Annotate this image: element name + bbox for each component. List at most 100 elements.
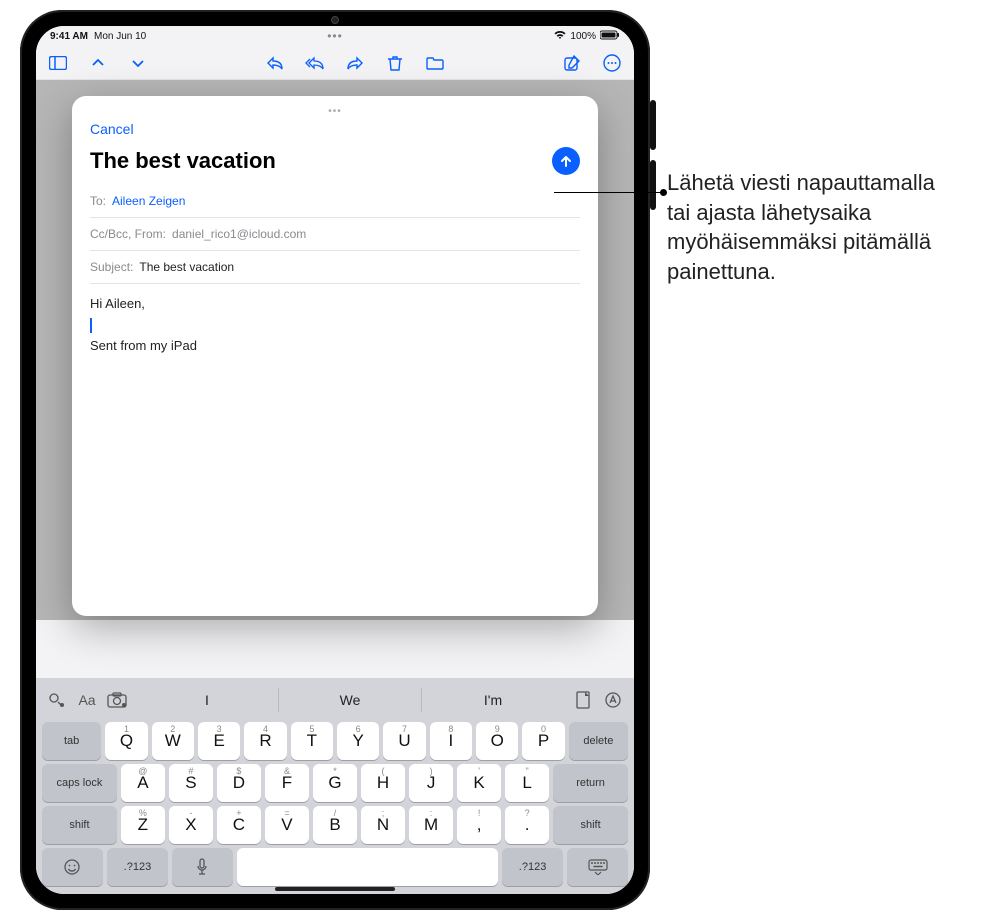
key-c[interactable]: +C [217, 806, 261, 844]
cancel-button[interactable]: Cancel [90, 121, 134, 137]
key-l[interactable]: "L [505, 764, 549, 802]
key-b[interactable]: /B [313, 806, 357, 844]
volume-up-button[interactable] [650, 100, 656, 150]
key-main-label: . [525, 815, 530, 835]
numsym-right-key[interactable]: .?123 [502, 848, 563, 886]
capslock-key[interactable]: caps lock [42, 764, 117, 802]
key-main-label: B [329, 815, 340, 835]
onscreen-keyboard: Aa I We I'm tab 1Q2W3E4R5T6Y7U8I9O0P [36, 678, 634, 894]
shift-left-key[interactable]: shift [42, 806, 117, 844]
key-v[interactable]: =V [265, 806, 309, 844]
key-h[interactable]: (H [361, 764, 405, 802]
key-alt-label: # [188, 766, 193, 776]
text-replace-icon[interactable] [46, 689, 68, 711]
sheet-grabber-icon[interactable]: ••• [328, 106, 342, 117]
sidebar-toggle-icon[interactable] [48, 53, 68, 73]
key-main-label: X [185, 815, 196, 835]
forward-icon[interactable] [345, 53, 365, 73]
volume-down-button[interactable] [650, 160, 656, 210]
ipad-device-frame: 9:41 AM Mon Jun 10 ••• 100% [20, 10, 650, 910]
key-alt-label: - [189, 808, 192, 818]
key-alt-label: ( [382, 766, 385, 776]
callout-leader-dot [660, 189, 667, 196]
emoji-key[interactable] [42, 848, 103, 886]
email-body[interactable]: Hi Aileen, Sent from my iPad [90, 284, 580, 606]
suggestion-1[interactable]: I [136, 688, 278, 712]
key-m[interactable]: :M [409, 806, 453, 844]
key-main-label: K [473, 773, 484, 793]
key-punct[interactable]: !, [457, 806, 501, 844]
callout-leader-line [554, 192, 664, 193]
key-x[interactable]: -X [169, 806, 213, 844]
key-p[interactable]: 0P [522, 722, 564, 760]
suggestion-3[interactable]: I'm [421, 688, 564, 712]
spacebar-key[interactable] [237, 848, 498, 886]
reply-all-icon[interactable] [305, 53, 325, 73]
trash-icon[interactable] [385, 53, 405, 73]
return-key[interactable]: return [553, 764, 628, 802]
key-w[interactable]: 2W [152, 722, 194, 760]
delete-key[interactable]: delete [569, 722, 628, 760]
home-indicator[interactable] [275, 887, 395, 891]
dictation-key[interactable] [172, 848, 233, 886]
key-f[interactable]: &F [265, 764, 309, 802]
markup-icon[interactable] [602, 689, 624, 711]
key-main-label: P [538, 731, 549, 751]
tab-key[interactable]: tab [42, 722, 101, 760]
to-field[interactable]: To: Aileen Zeigen [90, 185, 580, 218]
key-alt-label: = [284, 808, 289, 818]
key-q[interactable]: 1Q [105, 722, 147, 760]
key-main-label: M [424, 815, 438, 835]
multitask-dots-icon[interactable]: ••• [327, 29, 343, 43]
chevron-down-icon[interactable] [128, 53, 148, 73]
compose-icon[interactable] [562, 53, 582, 73]
key-alt-label: & [284, 766, 290, 776]
key-main-label: E [213, 731, 224, 751]
key-a[interactable]: @A [121, 764, 165, 802]
key-t[interactable]: 5T [291, 722, 333, 760]
key-main-label: C [233, 815, 245, 835]
scan-document-icon[interactable] [572, 689, 594, 711]
key-u[interactable]: 7U [383, 722, 425, 760]
battery-icon [600, 30, 620, 43]
key-main-label: Q [120, 731, 133, 751]
key-d[interactable]: $D [217, 764, 261, 802]
suggestion-2[interactable]: We [278, 688, 421, 712]
send-button[interactable] [552, 147, 580, 175]
key-main-label: F [282, 773, 292, 793]
key-s[interactable]: #S [169, 764, 213, 802]
key-i[interactable]: 8I [430, 722, 472, 760]
to-value: Aileen Zeigen [112, 194, 185, 208]
key-z[interactable]: %Z [121, 806, 165, 844]
key-g[interactable]: *G [313, 764, 357, 802]
text-cursor [90, 318, 92, 333]
key-j[interactable]: )J [409, 764, 453, 802]
key-y[interactable]: 6Y [337, 722, 379, 760]
cc-bcc-from-field[interactable]: Cc/Bcc, From: daniel_rico1@icloud.com [90, 218, 580, 251]
key-punct[interactable]: ?. [505, 806, 549, 844]
chevron-up-icon[interactable] [88, 53, 108, 73]
key-e[interactable]: 3E [198, 722, 240, 760]
more-icon[interactable] [602, 53, 622, 73]
status-date: Mon Jun 10 [94, 31, 146, 42]
subject-field[interactable]: Subject: The best vacation [90, 251, 580, 284]
shift-right-key[interactable]: shift [553, 806, 628, 844]
from-value: daniel_rico1@icloud.com [172, 227, 306, 241]
key-alt-label: $ [236, 766, 241, 776]
camera-icon[interactable] [106, 689, 128, 711]
key-r[interactable]: 4R [244, 722, 286, 760]
key-k[interactable]: 'K [457, 764, 501, 802]
key-main-label: G [328, 773, 341, 793]
key-alt-label: 0 [541, 724, 546, 734]
key-n[interactable]: ;N [361, 806, 405, 844]
keyboard-toolbar: Aa I We I'm [40, 682, 630, 718]
reply-icon[interactable] [265, 53, 285, 73]
format-text-icon[interactable]: Aa [76, 689, 98, 711]
numsym-left-key[interactable]: .?123 [107, 848, 168, 886]
body-greeting: Hi Aileen, [90, 294, 580, 315]
hide-keyboard-key[interactable] [567, 848, 628, 886]
key-main-label: W [165, 731, 181, 751]
folder-icon[interactable] [425, 53, 445, 73]
key-main-label: L [522, 773, 531, 793]
key-o[interactable]: 9O [476, 722, 518, 760]
